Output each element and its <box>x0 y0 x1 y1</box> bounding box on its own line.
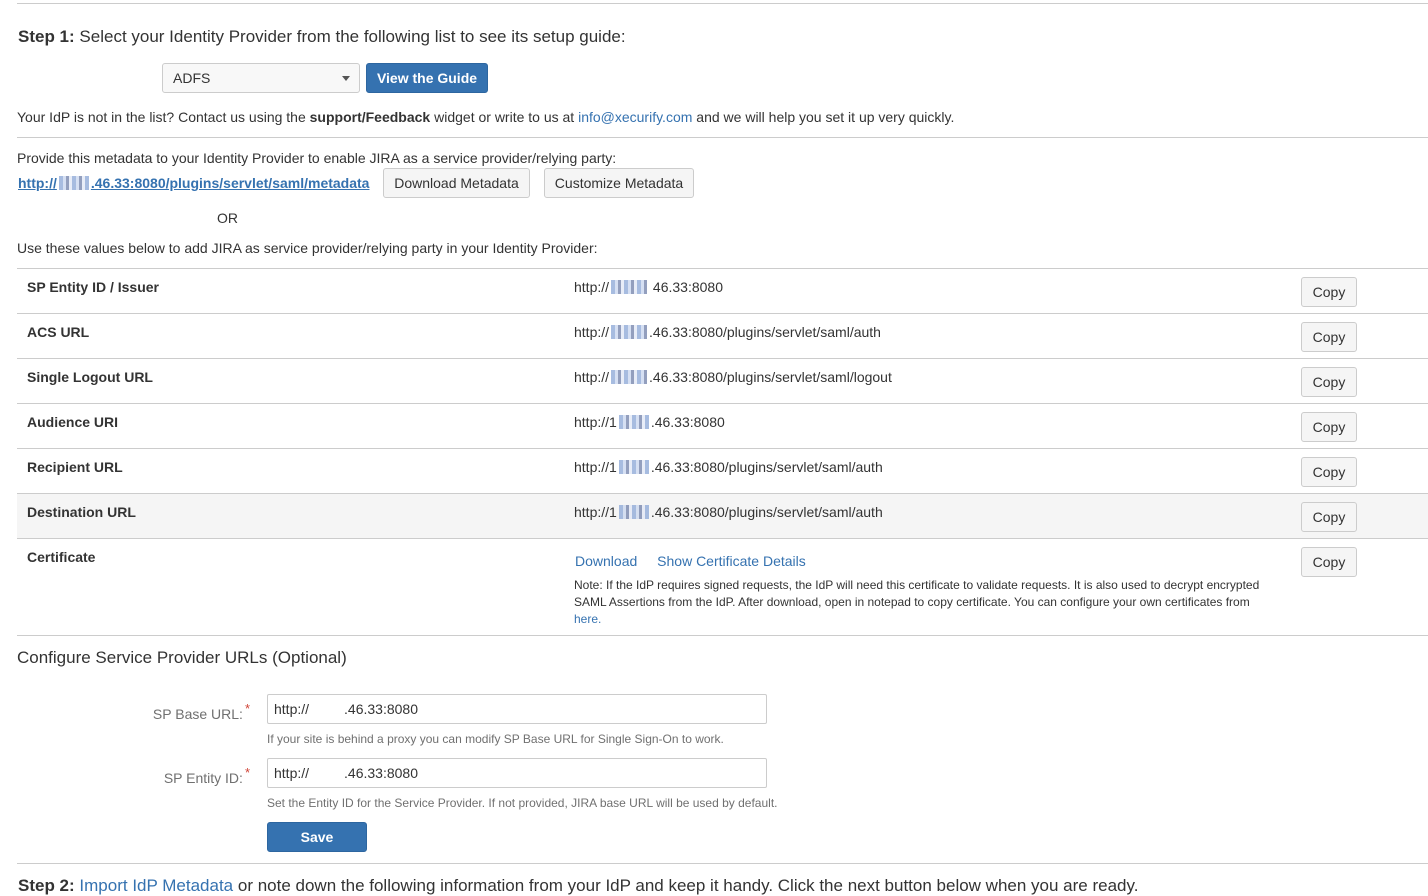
view-guide-button[interactable]: View the Guide <box>366 63 488 93</box>
download-metadata-button[interactable]: Download Metadata <box>383 168 530 198</box>
redacted-host-mask <box>611 370 648 384</box>
or-separator: OR <box>217 210 238 226</box>
not-listed-mid: widget or write to us at <box>434 109 575 125</box>
sp-base-url-label: SP Base URL: * <box>152 701 250 722</box>
row-value: http://.46.33:8080/plugins/servlet/saml/… <box>574 369 892 385</box>
import-idp-metadata-link[interactable]: Import IdP Metadata <box>79 876 233 895</box>
idp-select[interactable]: ADFS <box>162 63 360 93</box>
sp-entity-id-help: Set the Entity ID for the Service Provid… <box>267 796 778 810</box>
step2-prefix: Step 2: <box>18 876 75 895</box>
contact-email-link[interactable]: info@xecurify.com <box>578 109 692 125</box>
copy-audience-uri-button[interactable]: Copy <box>1301 412 1357 442</box>
chevron-down-icon <box>342 76 350 81</box>
step1-heading: Step 1: Select your Identity Provider fr… <box>18 27 626 47</box>
step1-prefix: Step 1: <box>18 27 75 46</box>
redacted-host-mask <box>618 505 649 519</box>
not-listed-pre: Your IdP is not in the list? Contact us … <box>17 109 306 125</box>
certificate-note: Note: If the IdP requires signed request… <box>574 578 1260 626</box>
copy-recipient-url-button[interactable]: Copy <box>1301 457 1357 487</box>
not-listed-post: and we will help you set it up very quic… <box>696 109 955 125</box>
show-certificate-details-link[interactable]: Show Certificate Details <box>657 553 806 569</box>
sp-entity-id-label: SP Entity ID: * <box>163 765 250 786</box>
row-value: http:// 46.33:8080 <box>574 279 723 295</box>
step2-heading: Step 2: Import IdP Metadata or note down… <box>18 876 1138 896</box>
sp-base-url-help: If your site is behind a proxy you can m… <box>267 732 724 746</box>
table-row: Certificate Download Show Certificate De… <box>17 538 1428 636</box>
row-label: Audience URI <box>27 414 119 430</box>
idp-select-value: ADFS <box>173 70 211 86</box>
configure-sp-urls-heading: Configure Service Provider URLs (Optiona… <box>17 648 347 667</box>
row-label: SP Entity ID / Issuer <box>27 279 160 295</box>
copy-acs-url-button[interactable]: Copy <box>1301 322 1357 352</box>
save-button[interactable]: Save <box>267 822 367 852</box>
divider <box>17 137 1428 138</box>
table-row: ACS URL http://.46.33:8080/plugins/servl… <box>17 313 1428 359</box>
redacted-host-mask <box>618 415 649 429</box>
row-label: Single Logout URL <box>27 369 153 385</box>
certificate-download-link[interactable]: Download <box>575 553 637 569</box>
bottom-divider <box>17 863 1428 864</box>
copy-logout-url-button[interactable]: Copy <box>1301 367 1357 397</box>
row-value: http://1.46.33:8080/plugins/servlet/saml… <box>574 459 883 475</box>
sp-entity-id-input[interactable] <box>267 758 767 788</box>
required-marker: * <box>244 701 250 716</box>
copy-destination-url-button[interactable]: Copy <box>1301 502 1357 532</box>
row-label: Recipient URL <box>27 459 123 475</box>
copy-certificate-button[interactable]: Copy <box>1301 547 1357 577</box>
table-row: Audience URI http://1.46.33:8080 Copy <box>17 403 1428 449</box>
metadata-url-suffix: .46.33:8080/plugins/servlet/saml/metadat… <box>90 175 370 191</box>
row-label: ACS URL <box>27 324 90 340</box>
support-feedback-label: support/Feedback <box>309 109 431 125</box>
row-value: http://1.46.33:8080 <box>574 414 725 430</box>
table-row: Destination URL http://1.46.33:8080/plug… <box>17 493 1428 539</box>
step1-text: Select your Identity Provider from the f… <box>79 27 626 46</box>
redacted-host-mask <box>611 280 648 294</box>
metadata-url-prefix: http:// <box>18 175 57 191</box>
row-value: http://.46.33:8080/plugins/servlet/saml/… <box>574 324 881 340</box>
metadata-intro: Provide this metadata to your Identity P… <box>17 150 617 166</box>
table-row: Recipient URL http://1.46.33:8080/plugin… <box>17 448 1428 494</box>
certificate-here-link[interactable]: here. <box>574 612 601 626</box>
redacted-host-mask <box>618 460 649 474</box>
copy-sp-entity-id-button[interactable]: Copy <box>1301 277 1357 307</box>
required-marker: * <box>244 765 250 780</box>
certificate-label: Certificate <box>27 549 96 565</box>
step2-text: or note down the following information f… <box>237 876 1139 895</box>
metadata-url-link[interactable]: http:// .46.33:8080/plugins/servlet/saml/… <box>18 175 369 191</box>
redacted-host-mask <box>611 325 648 339</box>
values-intro: Use these values below to add JIRA as se… <box>17 240 598 256</box>
table-row: SP Entity ID / Issuer http:// 46.33:8080… <box>17 268 1428 314</box>
customize-metadata-button[interactable]: Customize Metadata <box>544 168 694 198</box>
table-row: Single Logout URL http://.46.33:8080/plu… <box>17 358 1428 404</box>
sp-base-url-input[interactable] <box>267 694 767 724</box>
top-divider <box>17 3 1428 4</box>
certificate-links: Download Show Certificate Details <box>575 553 822 569</box>
row-value: http://1.46.33:8080/plugins/servlet/saml… <box>574 504 883 520</box>
redacted-host-mask <box>58 176 89 190</box>
idp-not-listed-text: Your IdP is not in the list? Contact us … <box>17 109 954 125</box>
row-label: Destination URL <box>27 504 136 520</box>
